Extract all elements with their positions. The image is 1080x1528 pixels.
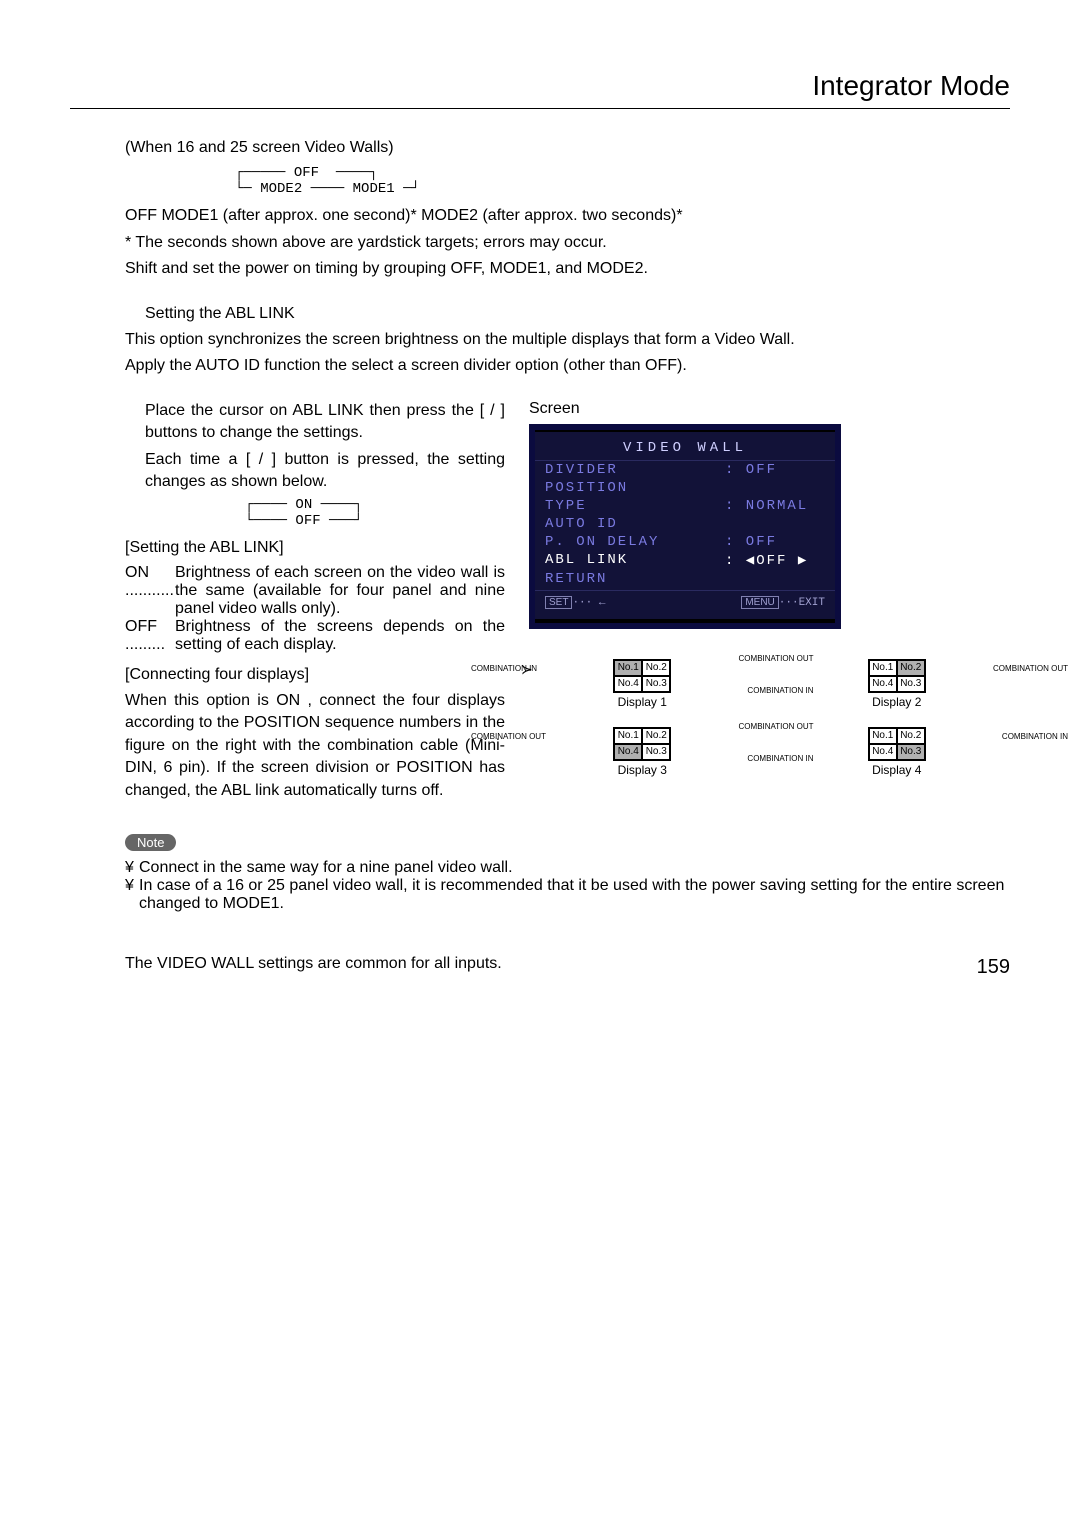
cell: No.4 — [614, 744, 642, 760]
osd-row-pondelay: P. ON DELAY: OFF — [535, 533, 835, 551]
cell: No.4 — [614, 676, 642, 692]
cycle-off2: OFF — [295, 513, 320, 529]
display-label: Display 4 — [872, 763, 921, 777]
comb-out-lbl: COMBINATION OUT — [471, 733, 546, 741]
cycle-off: OFF — [294, 165, 319, 181]
content: (When 16 and 25 screen Video Walls) ┌───… — [125, 137, 1010, 975]
display-2: No.1 No.2 No.4 No.3 COMBINATION OUT Disp… — [784, 659, 1011, 709]
cell: No.3 — [897, 676, 925, 692]
osd-row-autoid: AUTO ID — [535, 515, 835, 533]
cell: No.2 — [897, 660, 925, 676]
off-label: OFF ......... — [125, 618, 165, 653]
right-column: Screen VIDEO WALL DIVIDER: OFF POSITION … — [529, 400, 1010, 806]
on-row: ON ........... Brightness of each screen… — [125, 564, 505, 618]
cell: No.3 — [642, 676, 670, 692]
comb-out-lbl: COMBINATION OUT — [993, 665, 1068, 673]
osd-bottom: SET··· ← MENU···EXIT — [535, 593, 835, 613]
left-column: Place the cursor on ABL LINK then press … — [125, 400, 505, 806]
comb-in-lbl: COMBINATION IN — [1002, 733, 1068, 741]
screen-label: Screen — [529, 400, 1010, 418]
cell: No.2 — [642, 660, 670, 676]
cell: No.4 — [869, 676, 897, 692]
when-line: (When 16 and 25 screen Video Walls) — [125, 137, 1010, 159]
cycle-mode2: MODE2 — [260, 181, 302, 197]
cell: No.1 — [614, 728, 642, 744]
sequence-line: OFF MODE1 (after approx. one second)* MO… — [125, 205, 1010, 227]
osd-row-abllink: ABL LINK: ◀OFF ▶ — [535, 551, 835, 570]
cell: No.1 — [614, 660, 642, 676]
title-rule — [70, 108, 1010, 109]
page-title: Integrator Mode — [70, 70, 1010, 102]
abl-heading: Setting the ABL LINK — [145, 303, 1010, 325]
abl-step1: Place the cursor on ABL LINK then press … — [145, 400, 505, 445]
onoff-cycle: ┌──── ON ────┐ └──── OFF ───┘ — [245, 497, 505, 529]
on-text: Brightness of each screen on the video w… — [175, 564, 505, 617]
common-line: The VIDEO WALL settings are common for a… — [125, 953, 1010, 975]
cell: No.3 — [897, 744, 925, 760]
osd-set-text: ··· ← — [572, 597, 605, 609]
setting-heading: [Setting the ABL LINK] — [125, 537, 505, 559]
cycle-on: ON — [295, 497, 312, 513]
osd-menu-text: ···EXIT — [779, 597, 825, 609]
cell: No.2 — [642, 728, 670, 744]
osd-title: VIDEO WALL — [535, 436, 835, 461]
abl-step2: Each time a [ / ] button is pressed, the… — [145, 449, 505, 494]
bullet-icon: ¥ — [125, 859, 139, 877]
osd-row-type: TYPE: NORMAL — [535, 497, 835, 515]
cell: No.2 — [897, 728, 925, 744]
display-3: COMBINATION OUT No.1 No.2 No.4 No.3 COMB… — [529, 727, 756, 777]
osd-set-tag: SET — [545, 596, 572, 609]
osd-row-divider: DIVIDER: OFF — [535, 461, 835, 479]
on-label: ON ........... — [125, 564, 174, 599]
mode-cycle: ┌───── OFF ────┐ └─ MODE2 ──── MODE1 ─┘ — [235, 165, 1010, 197]
osd-menu-tag: MENU — [741, 596, 778, 609]
osd-row-return: RETURN — [535, 570, 835, 588]
abl-desc2: Apply the AUTO ID function the select a … — [125, 355, 1010, 377]
display-label: Display 2 — [872, 695, 921, 709]
connection-diagram: COMBINATION IN ≻ No.1 No.2 No.4 No.3 COM… — [529, 659, 1010, 777]
off-row: OFF ......... Brightness of the screens … — [125, 618, 505, 654]
cycle-mode1: MODE1 — [353, 181, 395, 197]
page-number: 159 — [977, 956, 1010, 979]
connect-text: When this option is ON , connect the fou… — [125, 690, 505, 802]
asterisk-line: * The seconds shown above are yardstick … — [125, 232, 1010, 254]
note-text: In case of a 16 or 25 panel video wall, … — [139, 877, 1010, 913]
display-label: Display 3 — [618, 763, 667, 777]
display-1: COMBINATION IN ≻ No.1 No.2 No.4 No.3 COM… — [529, 659, 756, 709]
cell: No.1 — [869, 728, 897, 744]
note-badge: Note — [125, 834, 176, 851]
cell: No.1 — [869, 660, 897, 676]
note-text: Connect in the same way for a nine panel… — [139, 859, 513, 877]
cell: No.3 — [642, 744, 670, 760]
off-text: Brightness of the screens depends on the… — [175, 618, 505, 653]
note-2: ¥ In case of a 16 or 25 panel video wall… — [125, 877, 1010, 913]
cell: No.4 — [869, 744, 897, 760]
abl-desc1: This option synchronizes the screen brig… — [125, 329, 1010, 351]
display-label: Display 1 — [618, 695, 667, 709]
shift-line: Shift and set the power on timing by gro… — [125, 258, 1010, 280]
display-4: No.1 No.2 No.4 No.3 COMBINATION IN Displ… — [784, 727, 1011, 777]
bullet-icon: ¥ — [125, 877, 139, 913]
note-1: ¥ Connect in the same way for a nine pan… — [125, 859, 1010, 877]
osd-row-position: POSITION — [535, 479, 835, 497]
osd-screen: VIDEO WALL DIVIDER: OFF POSITION TYPE: N… — [529, 424, 841, 629]
connect-heading: [Connecting four displays] — [125, 664, 505, 686]
